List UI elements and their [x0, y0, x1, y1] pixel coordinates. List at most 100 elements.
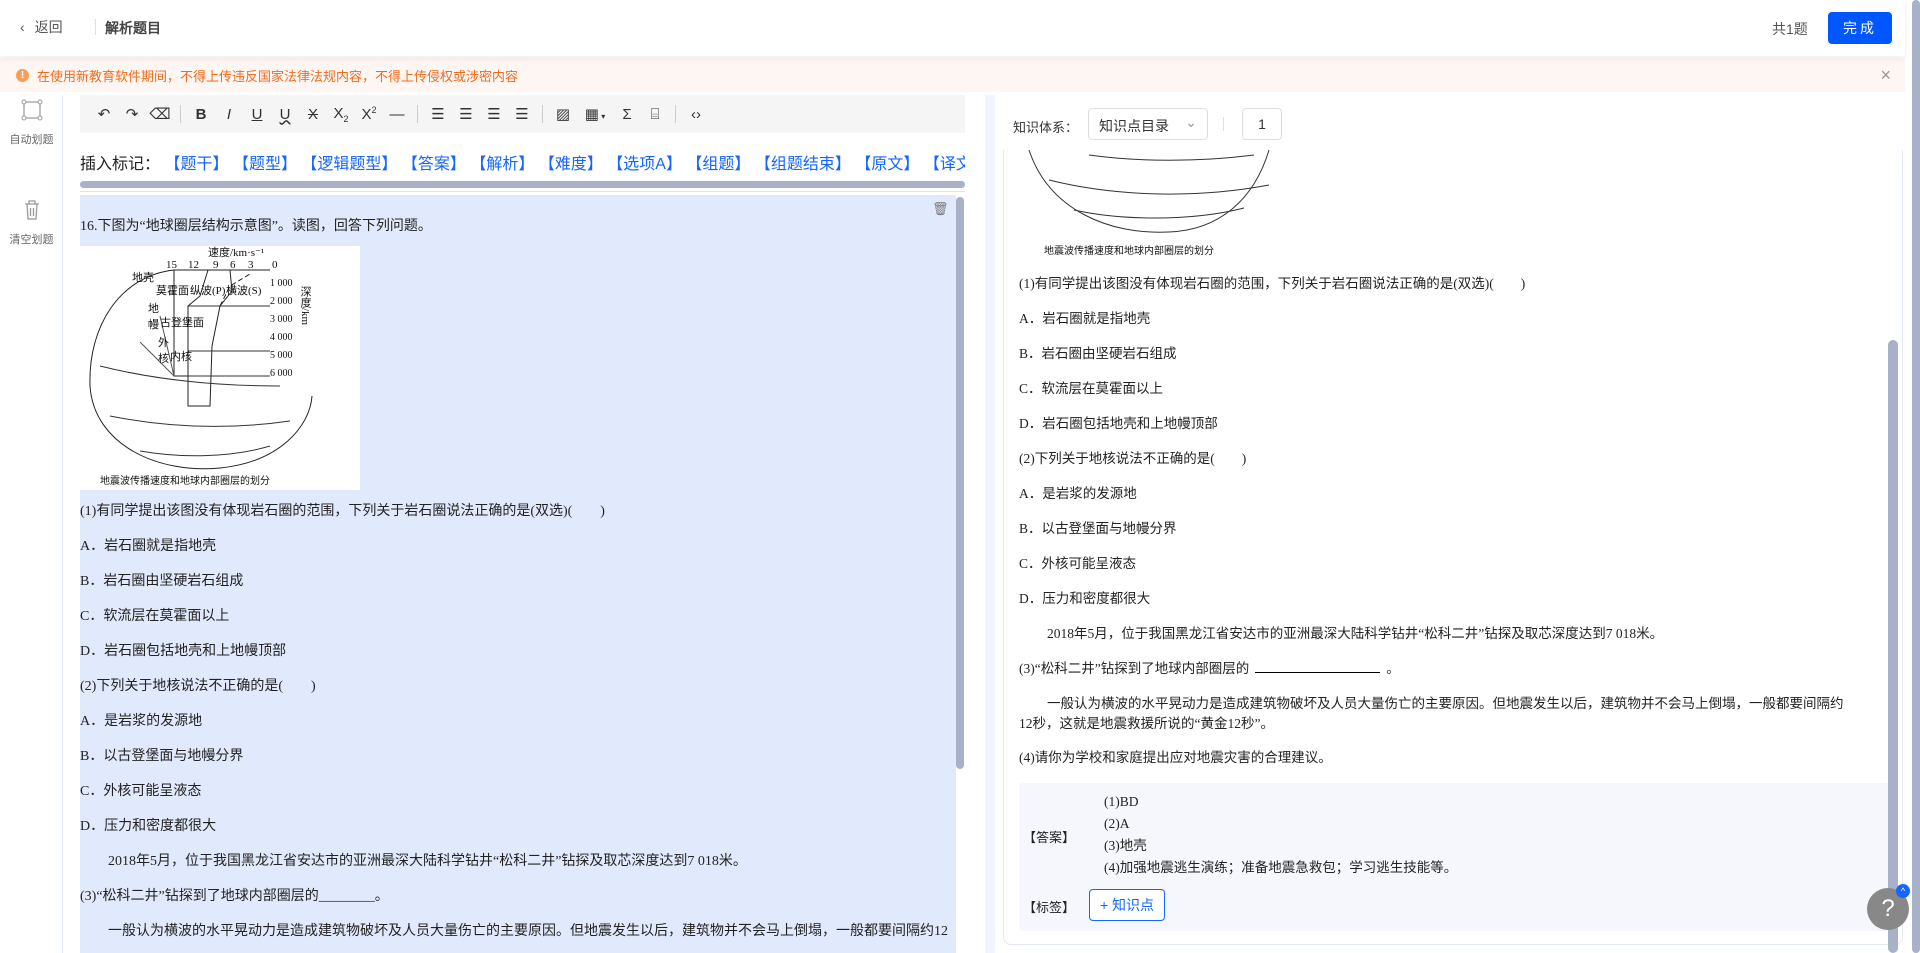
figure-tick: 9 [213, 259, 219, 271]
figure-depth: 4 000 [270, 332, 293, 343]
option: A．岩石圈就是指地壳 [80, 539, 217, 554]
add-knowledge-point-button[interactable]: + 知识点 [1089, 889, 1165, 921]
divider [1223, 117, 1224, 131]
question-3: (3)“松科二井”钻探到了地球内部圈层的 。 [1019, 651, 1902, 686]
figure-label: 地壳 [132, 270, 154, 284]
mark-option-a[interactable]: 【选项A】 [607, 156, 682, 173]
mark-logic-type[interactable]: 【逻辑题型】 [301, 156, 397, 173]
tag-label: 【标签】 [1023, 900, 1076, 915]
align-left-icon[interactable]: ☰ [424, 105, 452, 123]
chevron-down-icon: ⌄ [1185, 114, 1197, 130]
mark-original[interactable]: 【原文】 [855, 156, 919, 173]
option: B．以古登堡面与地幔分界 [80, 749, 244, 764]
wavy-underline-icon[interactable]: U [271, 106, 299, 123]
auto-split-label: 自动划题 [9, 134, 54, 146]
figure-depth-label: 深度/km [299, 286, 312, 326]
divider [675, 105, 676, 123]
mark-analysis[interactable]: 【解析】 [470, 156, 534, 173]
italic-icon[interactable]: I [215, 106, 243, 123]
mark-translation[interactable]: 【译文】 [924, 156, 965, 173]
option: B．以古登堡面与地幔分界 [1019, 521, 1177, 536]
trash-icon[interactable]: 🗑 [932, 201, 949, 217]
subscript-icon[interactable]: X2 [327, 105, 355, 124]
earth-structure-figure: 速度/km·s⁻¹ 15 12 9 6 3 0 1 000 2 000 3 00… [80, 245, 360, 490]
horizontal-line-icon[interactable]: — [383, 106, 411, 123]
answer-section: 【答案】 (1)BD (2)A (3)地壳 (4)加强地震逃生演练；准备地震急救… [1019, 783, 1891, 931]
clear-split-label: 清空划题 [9, 234, 54, 246]
back-button[interactable]: ‹ 返回 [20, 17, 63, 37]
redo-icon[interactable]: ↷ [118, 105, 146, 123]
knowledge-system-select[interactable]: 知识点目录 ⌄ [1088, 108, 1208, 140]
strikethrough-icon[interactable]: X [299, 106, 327, 123]
mark-difficulty[interactable]: 【难度】 [539, 156, 603, 173]
figure-label: 地 [148, 302, 159, 315]
align-center-icon[interactable]: ☰ [452, 105, 480, 123]
mark-answer[interactable]: 【答案】 [402, 156, 466, 173]
formula-icon[interactable]: ⌸ [641, 106, 669, 123]
vertical-scrollbar[interactable] [956, 197, 964, 769]
justify-icon[interactable]: ☰ [508, 105, 536, 123]
divider [542, 105, 543, 123]
answer-line: (1)BD [1104, 794, 1139, 809]
superscript-icon[interactable]: X2 [355, 105, 383, 123]
horizontal-scrollbar[interactable] [80, 181, 965, 188]
option: D．岩石圈包括地壳和上地幔顶部 [1019, 416, 1218, 431]
paragraph: 2018年5月，位于我国黑龙江省安达市的亚洲最深大陆科学钻井“松科二井”钻探及取… [108, 854, 747, 869]
left-rail: 自动划题 清空划题 [0, 95, 63, 953]
undo-icon[interactable]: ↶ [90, 105, 118, 123]
mark-stem[interactable]: 【题干】 [164, 156, 228, 173]
mark-type[interactable]: 【题型】 [233, 156, 297, 173]
paragraph: 一般认为横波的水平晃动力是造成建筑物破坏及人员大量伤亡的主要原因。但地震发生以后… [108, 924, 948, 939]
table-icon[interactable]: ▦ ▾ [577, 105, 613, 123]
figure-label: 莫霍面 [156, 284, 189, 297]
page-scrollbar[interactable] [1912, 0, 1920, 953]
option: C．软流层在莫霍面以上 [80, 609, 230, 624]
option: D．岩石圈包括地壳和上地幔顶部 [80, 644, 287, 659]
close-icon[interactable]: × [1880, 65, 1891, 86]
clear-split-button[interactable]: 清空划题 [0, 199, 63, 247]
answer-label: 【答案】 [1023, 830, 1076, 845]
panel-scrollbar[interactable] [1888, 340, 1898, 953]
underline-icon[interactable]: U [243, 106, 271, 123]
option: A．是岩浆的发源地 [80, 714, 203, 729]
knowledge-system-label: 知识体系： [1013, 120, 1079, 135]
answer-line: (4)加强地震逃生演练；准备地震急救包；学习逃生技能等。 [1104, 860, 1458, 875]
question-3-text: (3)“松科二井”钻探到了地球内部圈层的 [1019, 661, 1250, 676]
editor-toolbar: ↶ ↷ ⌫ B I U U X X2 X2 — ☰ ☰ ☰ ☰ ▨ ▦ ▾ Σ … [80, 95, 965, 133]
paragraph: 2018年5月，位于我国黑龙江省安达市的亚洲最深大陆科学钻井“松科二井”钻探及取… [1047, 626, 1664, 641]
done-button[interactable]: 完成 [1828, 12, 1892, 44]
figure-tick: 3 [248, 259, 254, 271]
divider [180, 105, 181, 123]
mark-group[interactable]: 【组题】 [686, 156, 750, 173]
warning-banner: ! 在使用新教育软件期间，不得上传违反国家法律法规内容，不得上传侵权或涉密内容 … [0, 58, 1905, 92]
auto-split-button[interactable]: 自动划题 [0, 99, 63, 147]
option: C．外核可能呈液态 [80, 784, 202, 799]
option: A．是岩浆的发源地 [1019, 486, 1137, 501]
question-block: 🗑 16.下图为“地球圈层结构示意图”。读图，回答下列问题。 速度/km·s⁻¹… [80, 195, 956, 953]
image-icon[interactable]: ▨ [549, 105, 577, 123]
option: D．压力和密度都很大 [1019, 591, 1151, 606]
figure-depth: 5 000 [270, 350, 293, 361]
figure-caption: 地震波传播速度和地球内部圈层的划分 [100, 474, 270, 487]
back-label: 返回 [34, 19, 63, 35]
figure-depth: 3 000 [270, 314, 293, 325]
paragraph-line: 12秒，这就是地震救援所说的“黄金12秒”。 [1019, 716, 1274, 731]
sum-icon[interactable]: Σ [613, 106, 641, 123]
chevron-up-icon[interactable]: ^ [1896, 884, 1910, 898]
warning-icon: ! [16, 68, 29, 82]
question-4: (4)请你为学校和家庭提出应对地震灾害的合理建议。 [1019, 750, 1332, 765]
figure-label: 幔 [148, 318, 159, 331]
align-right-icon[interactable]: ☰ [480, 105, 508, 123]
bold-icon[interactable]: B [187, 106, 215, 123]
option: D．压力和密度都很大 [80, 819, 217, 834]
figure-caption: 地震波传播速度和地球内部圈层的划分 [1044, 244, 1214, 257]
mark-group-end[interactable]: 【组题结束】 [755, 156, 851, 173]
paragraph: 一般认为横波的水平晃动力是造成建筑物破坏及人员大量伤亡的主要原因。但地震发生以后… [1019, 686, 1902, 740]
figure-label: 核 [158, 351, 169, 365]
page-input[interactable]: 1 [1242, 108, 1282, 140]
eraser-icon[interactable]: ⌫ [146, 105, 174, 123]
divider [417, 105, 418, 123]
figure-depth: 2 000 [270, 296, 293, 307]
code-icon[interactable]: ‹› [682, 106, 710, 123]
preview-card: 地震波传播速度和地球内部圈层的划分 (1)有同学提出该图没有体现岩石圈的范围，下… [1003, 150, 1903, 945]
